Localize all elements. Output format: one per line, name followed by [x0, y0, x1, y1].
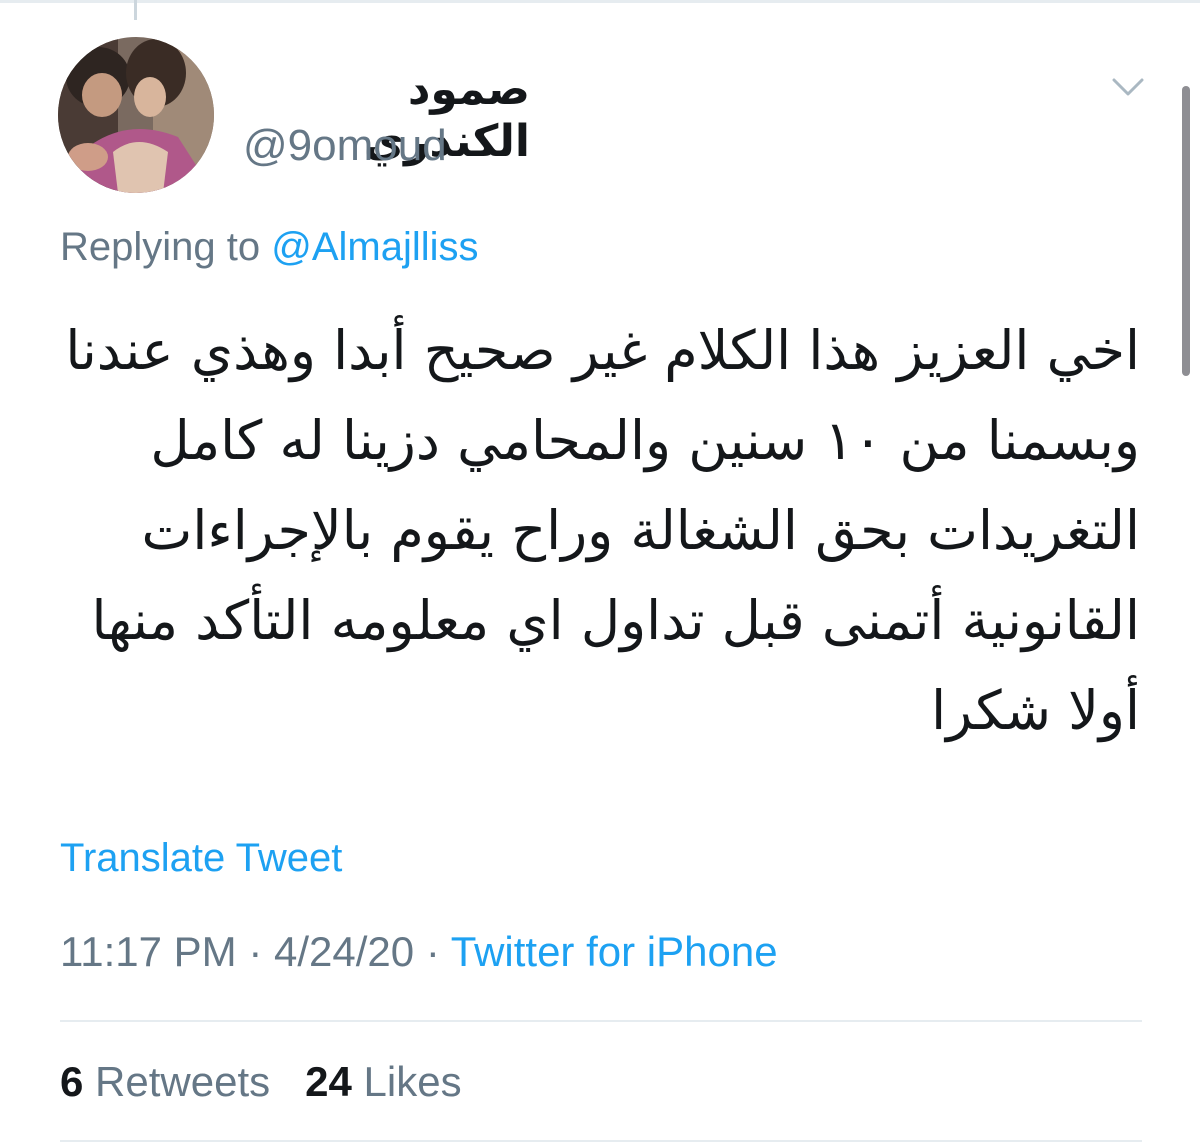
avatar-photo: [58, 37, 214, 193]
scrollbar[interactable]: [1182, 86, 1190, 376]
tweet-metadata: 11:17 PM · 4/24/20 · Twitter for iPhone: [60, 926, 778, 978]
chevron-down-icon[interactable]: [1110, 72, 1146, 102]
avatar[interactable]: [58, 37, 214, 193]
top-divider: [0, 0, 1200, 3]
meta-separator: ·: [248, 928, 263, 975]
retweets-label: Retweets: [95, 1058, 271, 1105]
tweet-date[interactable]: 4/24/20: [274, 928, 414, 975]
meta-separator: ·: [425, 928, 440, 975]
stats-divider-bottom: [60, 1140, 1142, 1142]
tweet-source-link[interactable]: Twitter for iPhone: [451, 928, 778, 975]
tweet-stats: 6 Retweets 24 Likes: [60, 1056, 462, 1108]
thread-connector-line: [134, 0, 137, 20]
retweets-stat[interactable]: 6 Retweets: [60, 1058, 270, 1105]
tweet-text: اخي العزيز هذا الكلام غير صحيح أبدا وهذي…: [65, 319, 1140, 742]
likes-stat[interactable]: 24 Likes: [305, 1058, 461, 1105]
likes-label: Likes: [363, 1058, 462, 1105]
tweet-detail-page: صمود الكندري @9omoud Replying to @Almajl…: [0, 0, 1200, 1147]
replying-to-mention-link[interactable]: @Almajlliss: [271, 225, 478, 269]
translate-tweet-link[interactable]: Translate Tweet: [60, 834, 342, 882]
replying-to-label: Replying to: [60, 225, 261, 269]
stats-divider-top: [60, 1020, 1142, 1022]
likes-count: 24: [305, 1058, 352, 1105]
user-handle[interactable]: @9omoud: [243, 120, 447, 172]
tweet-time[interactable]: 11:17 PM: [60, 928, 237, 975]
replying-to-line: Replying to @Almajlliss: [60, 222, 479, 272]
retweets-count: 6: [60, 1058, 84, 1105]
